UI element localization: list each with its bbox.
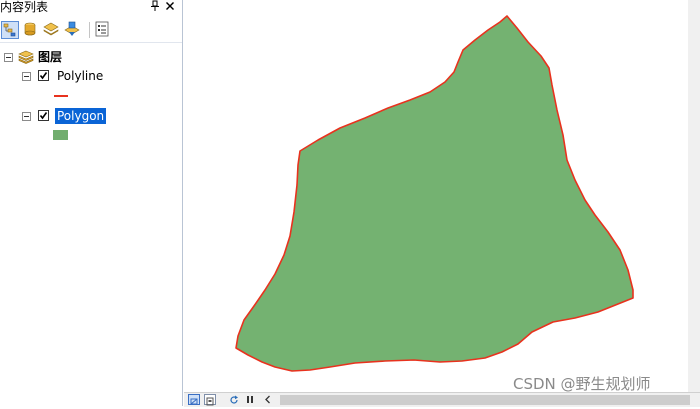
polygon-symbol-row bbox=[0, 127, 182, 145]
close-icon[interactable] bbox=[164, 0, 176, 14]
polyline-symbol[interactable] bbox=[53, 94, 69, 98]
polyline-layer-label: Polyline bbox=[57, 69, 104, 83]
table-of-contents-panel: 内容列表 图层 Polyline Polygon bbox=[0, 0, 183, 406]
scroll-left-icon[interactable] bbox=[262, 393, 274, 406]
map-canvas[interactable] bbox=[184, 0, 700, 392]
map-view[interactable] bbox=[184, 0, 700, 392]
collapse-polygon-icon[interactable] bbox=[22, 112, 31, 121]
pause-drawing-icon[interactable] bbox=[244, 393, 256, 406]
options-button[interactable] bbox=[94, 21, 112, 39]
layer-visibility-icon bbox=[43, 22, 59, 36]
toc-toolbar bbox=[0, 18, 182, 43]
data-view-button[interactable] bbox=[188, 394, 200, 405]
list-by-drawing-order-button[interactable] bbox=[1, 21, 19, 39]
polygon-visibility-checkbox[interactable] bbox=[38, 110, 49, 121]
layers-list-icon bbox=[3, 23, 16, 37]
layer-item-polyline[interactable]: Polyline bbox=[0, 67, 182, 85]
data-view-icon bbox=[190, 398, 198, 405]
layout-view-button[interactable] bbox=[204, 394, 216, 406]
layout-view-icon bbox=[206, 397, 214, 406]
toc-title: 内容列表 bbox=[0, 0, 49, 14]
layer-item-polygon[interactable]: Polygon bbox=[0, 107, 182, 125]
map-bottom-bar bbox=[184, 392, 700, 407]
polygon-feature[interactable] bbox=[235, 15, 634, 372]
tree-root-label: 图层 bbox=[38, 50, 63, 64]
list-by-source-button[interactable] bbox=[22, 21, 40, 39]
polyline-symbol-row bbox=[0, 87, 182, 105]
refresh-icon[interactable] bbox=[228, 393, 240, 406]
vertical-scrollbar[interactable] bbox=[688, 0, 700, 392]
list-by-selection-button[interactable] bbox=[64, 21, 82, 39]
polyline-visibility-checkbox[interactable] bbox=[38, 70, 49, 81]
pin-icon[interactable] bbox=[149, 0, 161, 14]
polygon-layer-label: Polygon bbox=[55, 108, 107, 124]
toolbar-separator bbox=[89, 22, 90, 38]
collapse-polyline-icon[interactable] bbox=[22, 72, 31, 81]
toc-title-bar: 内容列表 bbox=[0, 0, 182, 16]
watermark-text: CSDN @野生规划师 bbox=[513, 375, 651, 393]
database-icon bbox=[24, 22, 36, 36]
list-by-visibility-button[interactable] bbox=[43, 21, 61, 39]
collapse-root-icon[interactable] bbox=[4, 53, 13, 62]
layer-selection-icon bbox=[64, 21, 80, 36]
horizontal-scrollbar-thumb[interactable] bbox=[280, 395, 690, 405]
tree-root-layers[interactable]: 图层 bbox=[0, 48, 182, 66]
options-list-icon bbox=[95, 21, 109, 37]
polygon-symbol[interactable] bbox=[53, 130, 68, 140]
layers-stack-icon bbox=[18, 50, 34, 64]
